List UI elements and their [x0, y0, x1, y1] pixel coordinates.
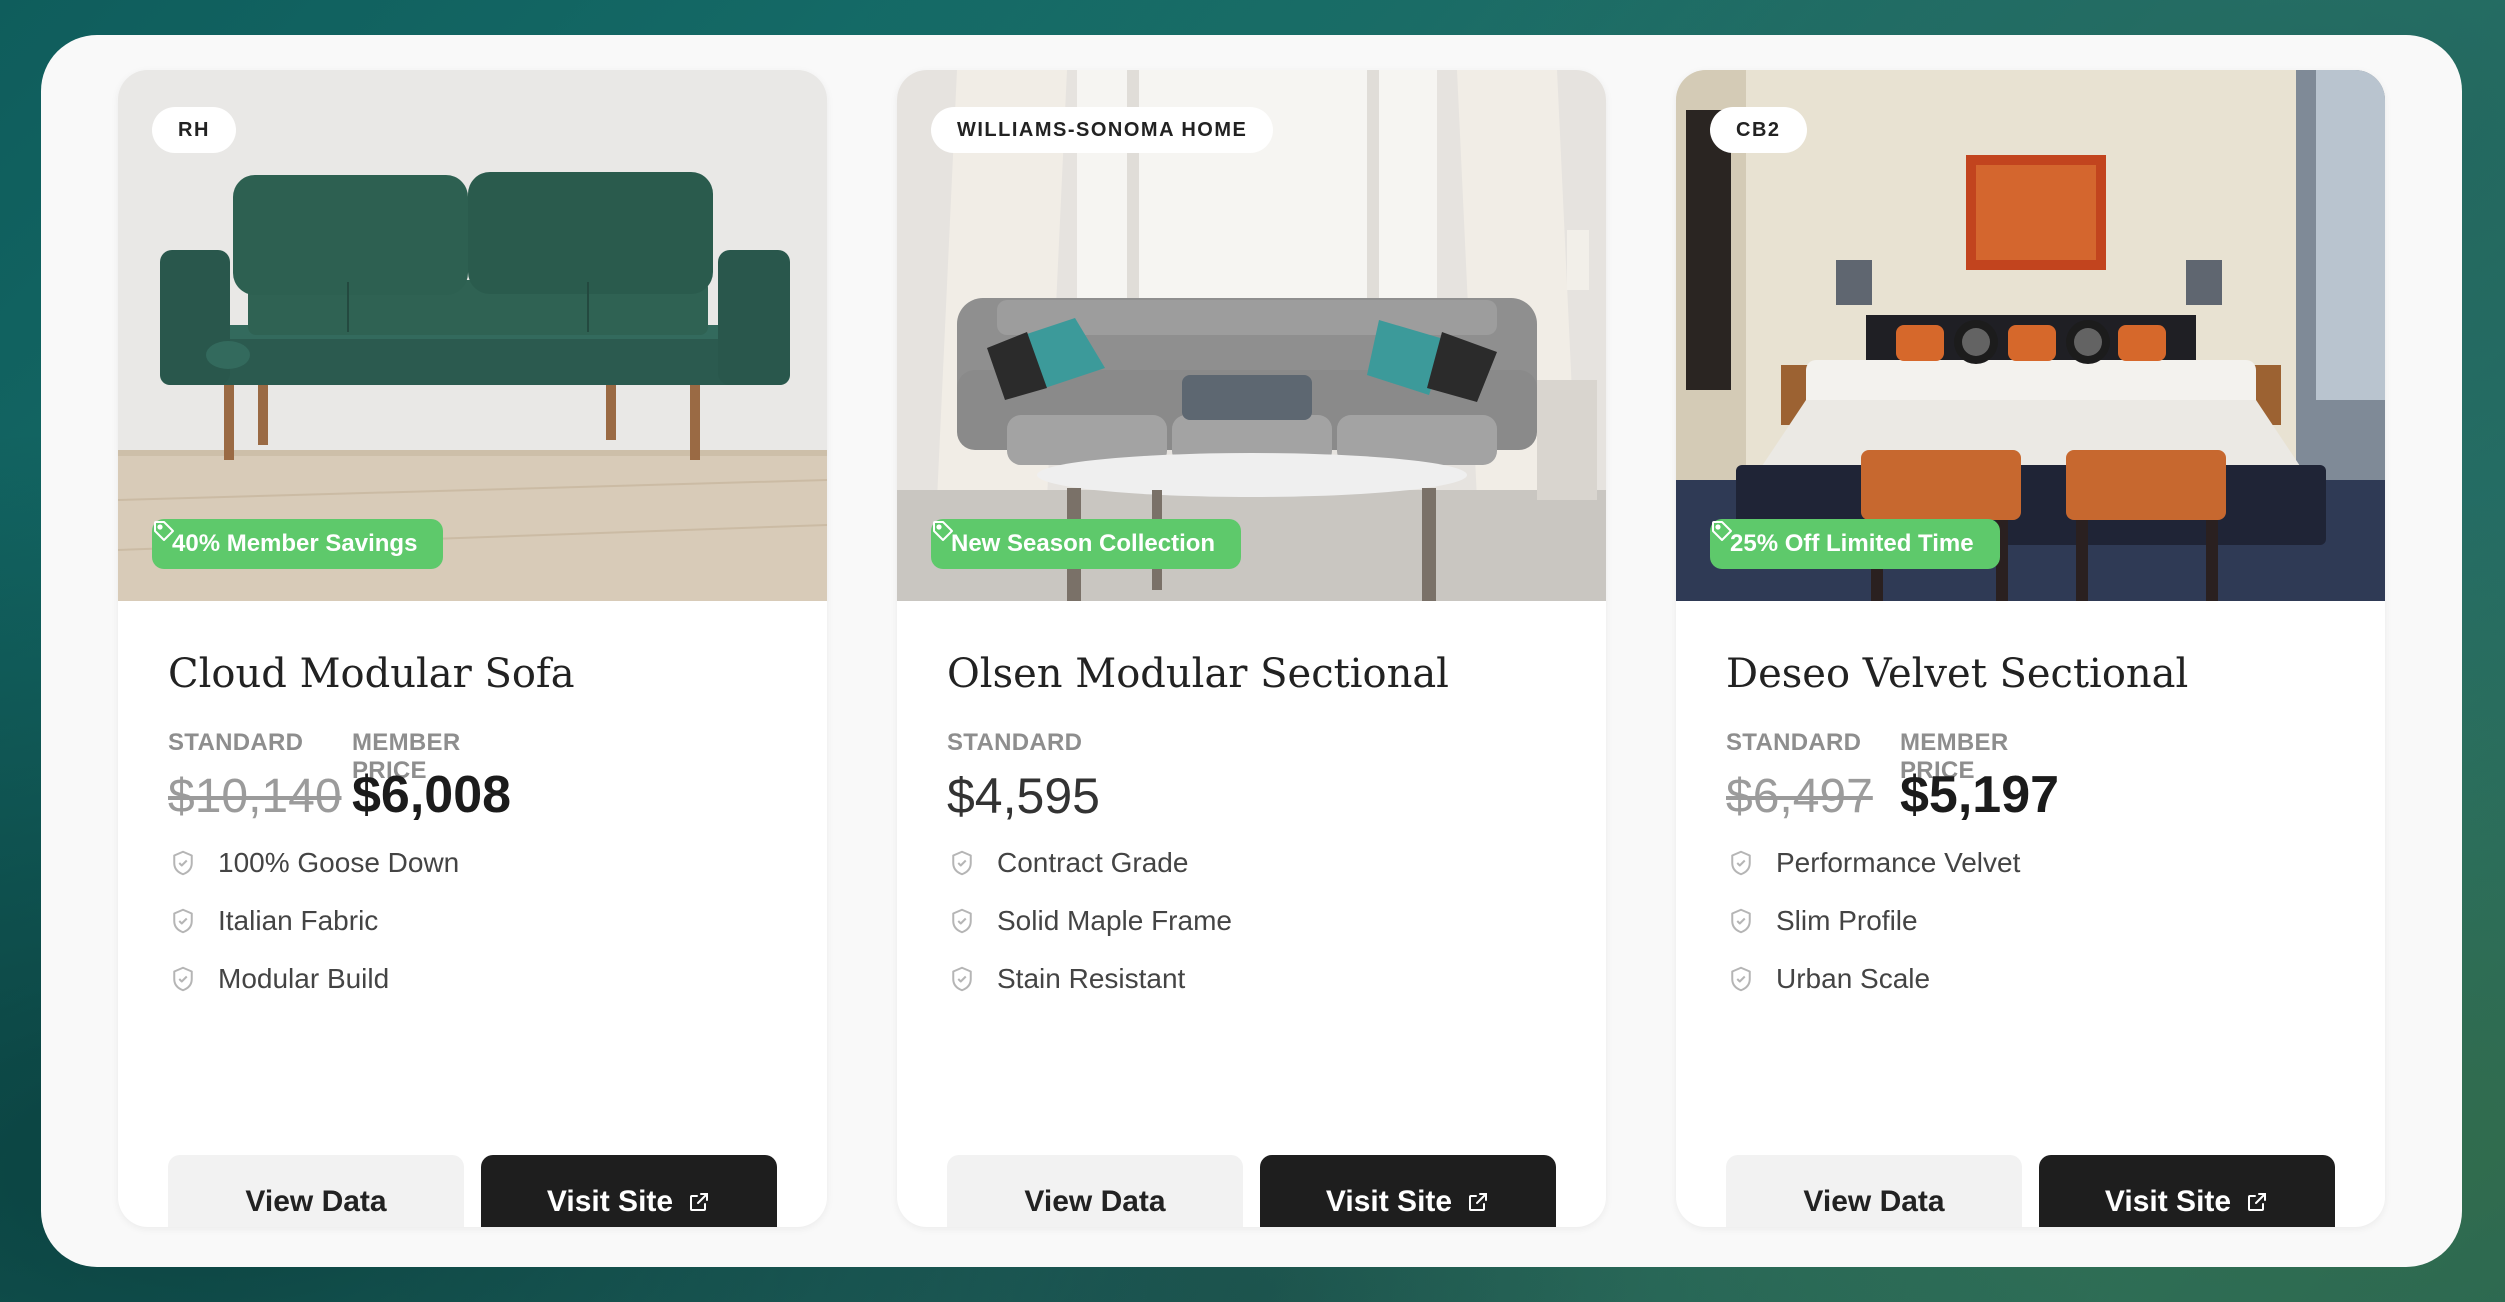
feature-text: Italian Fabric [218, 905, 379, 936]
promo-badge: 25% Off Limited Time [1710, 519, 2000, 569]
standard-price: $10,140 [168, 770, 342, 823]
tag-icon [1712, 521, 1732, 541]
feature-text: Performance Velvet [1776, 847, 2021, 878]
view-data-label: View Data [1024, 1184, 1166, 1218]
product-price: $4,595 [947, 768, 1100, 824]
shield-check-icon [1731, 850, 1751, 876]
tag-icon [933, 521, 953, 541]
member-price: $5,197 [1900, 766, 2060, 824]
standard-label: STANDARD [947, 729, 1083, 756]
brand-badge: CB2 [1710, 107, 1807, 153]
view-data-button[interactable]: View Data [168, 1155, 464, 1227]
visit-site-label: Visit Site [1325, 1184, 1453, 1218]
shield-check-icon [952, 850, 972, 876]
product-panel: RH 40% Member Savings Cloud Modular Sofa… [41, 35, 2462, 1267]
shield-check-icon [952, 908, 972, 934]
visit-site-button[interactable]: Visit Site [2039, 1155, 2335, 1227]
shield-check-icon [1731, 966, 1751, 992]
product-title: Olsen Modular Sectional [947, 651, 1449, 697]
external-link-icon [1469, 1192, 1488, 1211]
view-data-label: View Data [1803, 1184, 1945, 1218]
product-card: RH 40% Member Savings Cloud Modular Sofa… [118, 70, 827, 1227]
feature-item: Contract Grade [947, 834, 1232, 892]
feature-item: Performance Velvet [1726, 834, 2020, 892]
brand-badge: RH [152, 107, 236, 153]
product-title: Cloud Modular Sofa [168, 651, 575, 697]
visit-site-label: Visit Site [2104, 1184, 2232, 1218]
visit-site-button[interactable]: Visit Site [481, 1155, 777, 1227]
promo-text: 40% Member Savings [172, 530, 418, 557]
product-image: WILLIAMS-SONOMA HOME New Season Collecti… [897, 70, 1606, 601]
product-title: Deseo Velvet Sectional [1726, 651, 2189, 697]
feature-item: Stain Resistant [947, 950, 1232, 1008]
shield-check-icon [952, 966, 972, 992]
promo-text: 25% Off Limited Time [1730, 530, 1974, 557]
tag-icon [154, 521, 174, 541]
member-price: $6,008 [352, 766, 512, 824]
feature-text: 100% Goose Down [218, 847, 460, 878]
feature-item: Modular Build [168, 950, 459, 1008]
visit-site-button[interactable]: Visit Site [1260, 1155, 1556, 1227]
product-image: CB2 25% Off Limited Time [1676, 70, 2385, 601]
feature-text: Contract Grade [997, 847, 1189, 878]
shield-check-icon [1731, 908, 1751, 934]
feature-text: Urban Scale [1776, 963, 1931, 994]
product-card: WILLIAMS-SONOMA HOME New Season Collecti… [897, 70, 1606, 1227]
standard-price: $6,497 [1726, 770, 1873, 823]
promo-badge: 40% Member Savings [152, 519, 444, 569]
view-data-label: View Data [245, 1184, 387, 1218]
brand-badge: WILLIAMS-SONOMA HOME [931, 107, 1274, 153]
feature-text: Modular Build [218, 963, 390, 994]
feature-text: Slim Profile [1776, 905, 1918, 936]
shield-check-icon [173, 966, 193, 992]
feature-item: Urban Scale [1726, 950, 2020, 1008]
feature-item: Slim Profile [1726, 892, 2020, 950]
feature-text: Solid Maple Frame [997, 905, 1232, 936]
feature-item: Solid Maple Frame [947, 892, 1232, 950]
feature-text: Stain Resistant [997, 963, 1186, 994]
feature-list: Contract Grade Solid Maple Frame Stain R… [947, 834, 1232, 1008]
promo-text: New Season Collection [951, 530, 1216, 557]
feature-list: Performance Velvet Slim Profile Urban Sc… [1726, 834, 2020, 1008]
view-data-button[interactable]: View Data [947, 1155, 1243, 1227]
external-link-icon [690, 1192, 709, 1211]
feature-item: 100% Goose Down [168, 834, 459, 892]
shield-check-icon [173, 908, 193, 934]
promo-badge: New Season Collection [931, 519, 1242, 569]
visit-site-label: Visit Site [546, 1184, 674, 1218]
product-image: RH 40% Member Savings [118, 70, 827, 601]
standard-label: STANDARD [1726, 729, 1862, 756]
view-data-button[interactable]: View Data [1726, 1155, 2022, 1227]
standard-label: STANDARD [168, 729, 304, 756]
feature-item: Italian Fabric [168, 892, 459, 950]
external-link-icon [2248, 1192, 2267, 1211]
shield-check-icon [173, 850, 193, 876]
feature-list: 100% Goose Down Italian Fabric Modular B… [168, 834, 459, 1008]
product-card: CB2 25% Off Limited Time Deseo Velvet Se… [1676, 70, 2385, 1227]
